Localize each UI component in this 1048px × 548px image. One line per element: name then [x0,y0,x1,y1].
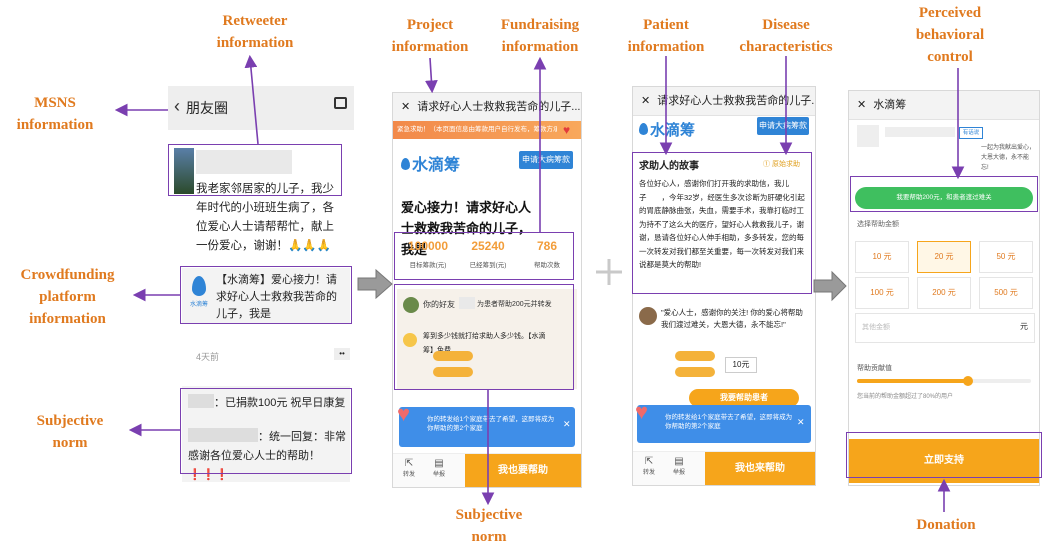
arrow-retweeter [244,54,259,145]
annotation-arrows [114,54,965,512]
arrow-project [425,57,438,94]
flow-arrow-2 [813,270,847,302]
flow-arrow-1 [357,268,393,300]
